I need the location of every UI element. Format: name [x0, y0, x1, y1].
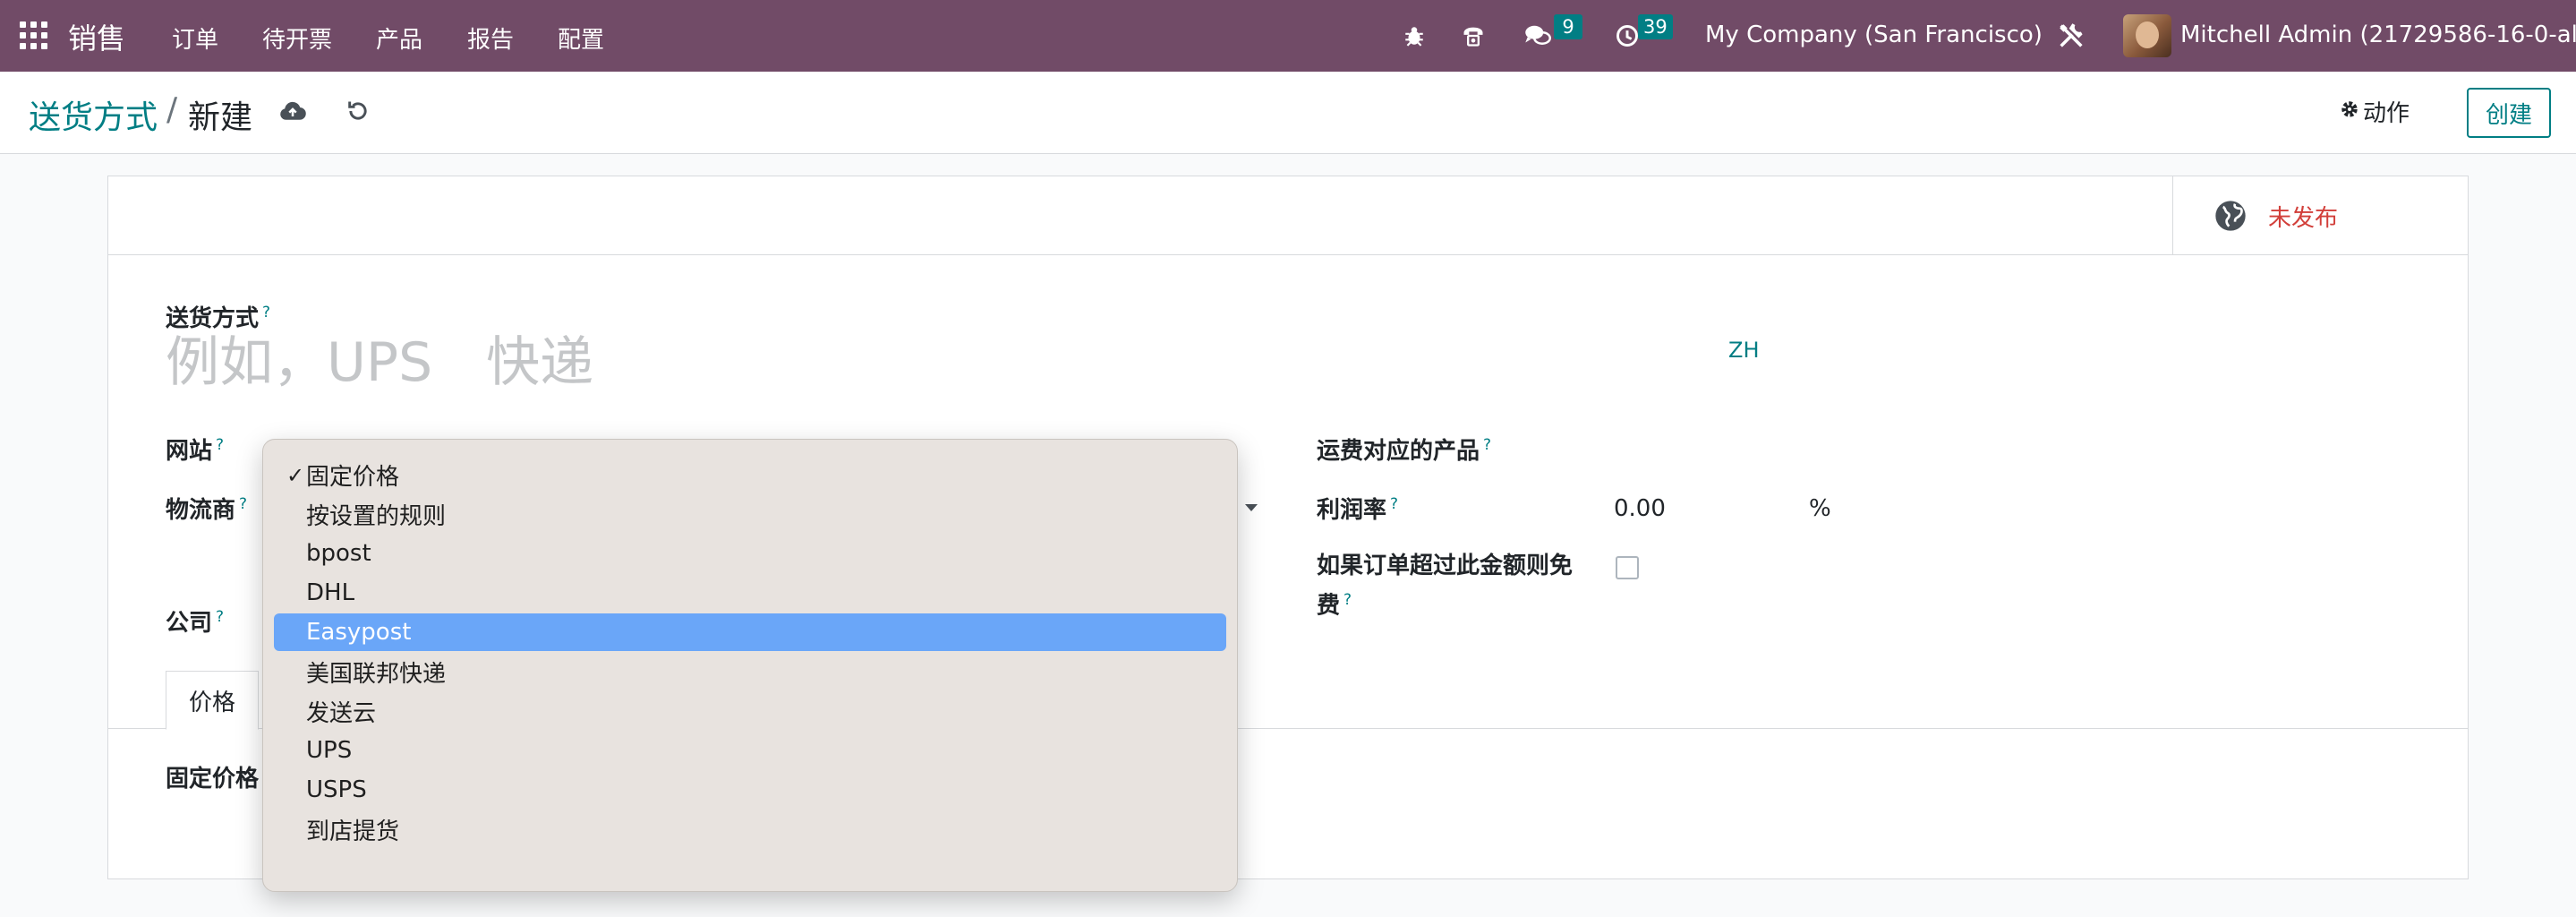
dropdown-option-label: bpost	[306, 540, 371, 567]
apps-grid-icon[interactable]	[20, 21, 48, 50]
company-label: 公司?	[166, 608, 225, 637]
delivery-name-input[interactable]	[166, 330, 1732, 395]
dropdown-option-label: UPS	[306, 737, 353, 764]
phone-icon[interactable]	[1457, 20, 1489, 52]
user-avatar[interactable]	[2123, 14, 2171, 57]
debug-bug-icon[interactable]	[1398, 20, 1430, 52]
create-button[interactable]: 创建	[2467, 88, 2551, 138]
dropdown-option[interactable]: bpost	[274, 535, 1226, 572]
dropdown-option-label: 到店提货	[306, 818, 400, 845]
dropdown-option-label: USPS	[306, 776, 367, 803]
dropdown-option-label: DHL	[306, 579, 355, 606]
checkmark-icon: ✓	[286, 463, 305, 488]
menu-products[interactable]: 产品	[376, 21, 422, 55]
menu-orders[interactable]: 订单	[172, 21, 218, 55]
carrier-label: 物流商?	[166, 495, 248, 524]
tab-price[interactable]: 价格	[166, 671, 259, 730]
menu-configuration[interactable]: 配置	[558, 21, 604, 55]
website-label: 网站?	[166, 436, 225, 465]
action-label: 动作	[2363, 100, 2410, 127]
dropdown-option[interactable]: 到店提货	[274, 810, 1226, 848]
menu-to-invoice[interactable]: 待开票	[262, 21, 332, 55]
dropdown-option[interactable]: USPS	[274, 771, 1226, 809]
tools-settings-icon[interactable]	[2055, 20, 2087, 52]
percent-sign: %	[1809, 495, 1831, 522]
dropdown-option-label: 按设置的规则	[306, 502, 447, 530]
shipping-product-label: 运费对应的产品?	[1317, 436, 1492, 465]
name-label: 送货方式?	[166, 304, 271, 332]
margin-input[interactable]	[1614, 492, 1811, 526]
publish-toggle-button[interactable]: 未发布	[2172, 176, 2468, 255]
dropdown-option-label: Easypost	[306, 619, 412, 646]
messages-badge: 9	[1554, 14, 1582, 39]
messages-chat-icon[interactable]	[1522, 20, 1554, 52]
discard-undo-icon[interactable]	[345, 99, 376, 129]
dropdown-option[interactable]: 按设置的规则	[274, 495, 1226, 533]
menu-reporting[interactable]: 报告	[467, 21, 514, 55]
dropdown-option-label: 发送云	[306, 699, 377, 727]
control-panel: 送货方式 / 新建 动作 创建	[0, 72, 2576, 154]
breadcrumb-separator: /	[166, 91, 178, 128]
dropdown-option[interactable]: 美国联邦快递	[274, 653, 1226, 690]
dropdown-option[interactable]: UPS	[274, 732, 1226, 769]
language-button[interactable]: ZH	[1728, 338, 1760, 363]
dropdown-option-label: 美国联邦快递	[306, 660, 447, 688]
save-cloud-icon[interactable]	[279, 99, 310, 129]
fixed-price-label: 固定价格	[166, 766, 260, 793]
button-box: 未发布	[108, 176, 2468, 255]
dropdown-option[interactable]: ✓ 固定价格	[274, 456, 1226, 493]
dropdown-option[interactable]: 发送云	[274, 692, 1226, 730]
action-button[interactable]: 动作	[2340, 95, 2410, 128]
carrier-select-caret[interactable]	[1245, 504, 1258, 511]
globe-icon	[2213, 198, 2248, 237]
breadcrumb-current: 新建	[188, 99, 253, 136]
user-menu[interactable]: Mitchell Admin (21729586-16-0-all)	[2180, 21, 2576, 48]
dropdown-option[interactable]: DHL	[274, 574, 1226, 612]
free-over-label: 如果订单超过此金额则免 费?	[1317, 553, 1574, 620]
activities-badge: 39	[1638, 14, 1673, 39]
app-brand[interactable]: 销售	[68, 16, 125, 57]
breadcrumb-parent[interactable]: 送货方式	[29, 91, 158, 138]
free-over-checkbox[interactable]	[1616, 556, 1639, 579]
dropdown-option-label: 固定价格	[306, 463, 400, 491]
gear-icon	[2340, 99, 2359, 125]
company-switcher[interactable]: My Company (San Francisco)	[1705, 21, 2043, 48]
publish-status: 未发布	[2268, 205, 2339, 232]
margin-label: 利润率?	[1317, 495, 1399, 524]
top-navbar: 销售 订单 待开票 产品 报告 配置 9 39 My Company (San …	[0, 0, 2576, 72]
carrier-dropdown-menu: ✓ 固定价格按设置的规则 bpost DHL Easypost 美国联邦快递 发送云 UPS U…	[262, 439, 1238, 892]
dropdown-option[interactable]: Easypost	[274, 613, 1226, 651]
